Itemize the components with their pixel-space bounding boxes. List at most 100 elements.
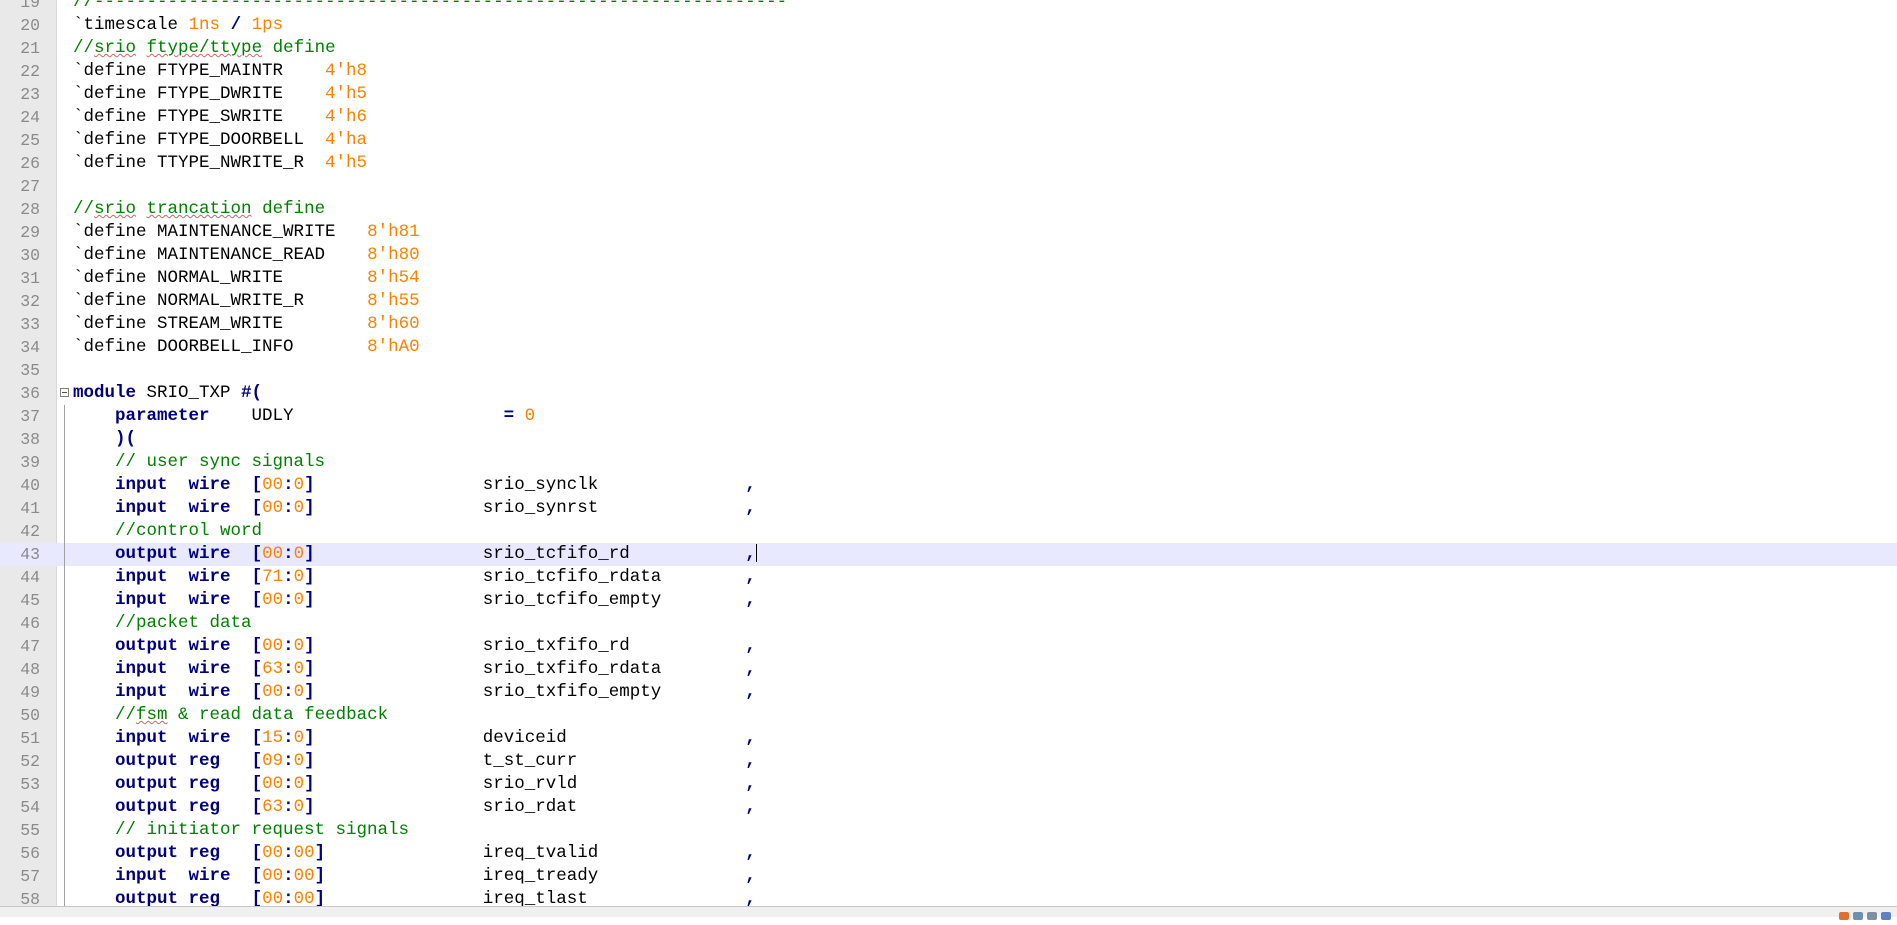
token: : [283, 590, 294, 610]
keyboard-icon[interactable] [1867, 912, 1877, 920]
line-number: 19 [20, 0, 40, 12]
code-line[interactable]: 29 `define MAINTENANCE_WRITE 8'h81 [0, 221, 1897, 244]
code-line[interactable]: 52 output reg [09:0] t_st_curr , [0, 750, 1897, 773]
token: 00 [293, 889, 315, 906]
app-logo-icon[interactable] [1839, 912, 1849, 920]
code-line[interactable]: 43 output wire [00:0] srio_tcfifo_rd , [0, 543, 1897, 566]
token: 0 [293, 498, 305, 518]
token: / [230, 15, 242, 35]
token: srio_tcfifo_rdata [482, 567, 746, 587]
token: , [745, 636, 756, 656]
token: : [283, 843, 294, 863]
code-line[interactable]: 45 input wire [00:0] srio_tcfifo_empty , [0, 589, 1897, 612]
code-line[interactable]: 22 `define FTYPE_MAINTR 4'h8 [0, 60, 1897, 83]
code-line[interactable]: 46 //packet data [0, 612, 1897, 635]
token: input [115, 590, 168, 610]
code-line[interactable]: 47 output wire [00:0] srio_txfifo_rd , [0, 635, 1897, 658]
code-line[interactable]: 41 input wire [00:0] srio_synrst , [0, 497, 1897, 520]
code-line[interactable]: 21 //srio ftype/ttype define [0, 37, 1897, 60]
code-line[interactable]: 49 input wire [00:0] srio_txfifo_empty , [0, 681, 1897, 704]
code-line[interactable]: 58 output reg [00:00] ireq_tlast , [0, 888, 1897, 906]
code-line[interactable]: 44 input wire [71:0] srio_tcfifo_rdata , [0, 566, 1897, 589]
code-text: //srio trancation define [73, 198, 325, 221]
token: srio_tcfifo_rd [482, 544, 746, 564]
code-line[interactable]: 53 output reg [00:0] srio_rvld , [0, 773, 1897, 796]
token: 0 [293, 567, 305, 587]
fold-guide [64, 819, 65, 842]
token: [ [251, 590, 263, 610]
code-line[interactable]: 40 input wire [00:0] srio_synclk , [0, 474, 1897, 497]
cloud-icon[interactable] [1853, 912, 1863, 920]
line-number: 30 [20, 246, 40, 265]
code-line[interactable]: 39 // user sync signals [0, 451, 1897, 474]
code-line[interactable]: 32 `define NORMAL_WRITE_R 8'h55 [0, 290, 1897, 313]
code-line[interactable]: 30 `define MAINTENANCE_READ 8'h80 [0, 244, 1897, 267]
code-line[interactable]: 35 [0, 359, 1897, 382]
token: 0 [293, 636, 305, 656]
code-line[interactable]: 28 //srio trancation define [0, 198, 1897, 221]
code-line[interactable]: 37 parameter UDLY = 0 [0, 405, 1897, 428]
code-line[interactable]: 20 `timescale 1ns / 1ps [0, 14, 1897, 37]
token: ] [304, 498, 315, 518]
code-line[interactable]: 33 `define STREAM_WRITE 8'h60 [0, 313, 1897, 336]
token: ] [304, 751, 315, 771]
code-line[interactable]: 57 input wire [00:00] ireq_tready , [0, 865, 1897, 888]
code-line[interactable]: 54 output reg [63:0] srio_rdat , [0, 796, 1897, 819]
token: define [262, 38, 336, 58]
code-line[interactable]: 34 `define DOORBELL_INFO 8'hA0 [0, 336, 1897, 359]
token: `define MAINTENANCE_WRITE [73, 222, 368, 242]
code-line[interactable]: 55 // initiator request signals [0, 819, 1897, 842]
code-text: //fsm & read data feedback [73, 704, 388, 727]
token: `timescale [73, 15, 189, 35]
code-line[interactable]: 27 [0, 175, 1897, 198]
code-text: `define MAINTENANCE_READ 8'h80 [73, 244, 420, 267]
code-line[interactable]: 25 `define FTYPE_DOORBELL 4'ha [0, 129, 1897, 152]
code-line[interactable]: 23 `define FTYPE_DWRITE 4'h5 [0, 83, 1897, 106]
token: // user sync signals [115, 452, 326, 472]
token: [ [251, 475, 263, 495]
token: // [115, 705, 137, 725]
code-line[interactable]: 56 output reg [00:00] ireq_tvalid , [0, 842, 1897, 865]
code-line[interactable]: 42 //control word [0, 520, 1897, 543]
fold-toggle-icon[interactable] [60, 388, 69, 397]
token: reg [188, 751, 221, 771]
line-number: 20 [20, 16, 40, 35]
fold-guide [64, 497, 65, 520]
token: input [115, 498, 168, 518]
code-line[interactable]: 19 //------------------------------------… [0, 0, 1897, 14]
token: 8'h54 [367, 268, 420, 288]
token: : [283, 636, 294, 656]
fold-guide [64, 566, 65, 589]
line-number: 38 [20, 430, 40, 449]
code-line[interactable]: 24 `define FTYPE_SWRITE 4'h6 [0, 106, 1897, 129]
token: 1ps [251, 15, 284, 35]
fold-guide [64, 704, 65, 727]
code-line[interactable]: 51 input wire [15:0] deviceid , [0, 727, 1897, 750]
token: // initiator request signals [115, 820, 410, 840]
code-line[interactable]: 31 `define NORMAL_WRITE 8'h54 [0, 267, 1897, 290]
token: fsm [136, 705, 168, 725]
token: ] [304, 475, 315, 495]
code-line[interactable]: 38 )( [0, 428, 1897, 451]
token: 8'h81 [367, 222, 420, 242]
code-line[interactable]: 36 module SRIO_TXP #( [0, 382, 1897, 405]
code-line[interactable]: 26 `define TTYPE_NWRITE_R 4'h5 [0, 152, 1897, 175]
line-number: 26 [20, 154, 40, 173]
code-line[interactable]: 48 input wire [63:0] srio_txfifo_rdata , [0, 658, 1897, 681]
network-icon[interactable] [1881, 912, 1891, 920]
code-area[interactable]: 19 //------------------------------------… [0, 0, 1897, 906]
code-line[interactable]: 50 //fsm & read data feedback [0, 704, 1897, 727]
line-number: 21 [20, 39, 40, 58]
code-editor[interactable]: 19 //------------------------------------… [0, 0, 1897, 906]
